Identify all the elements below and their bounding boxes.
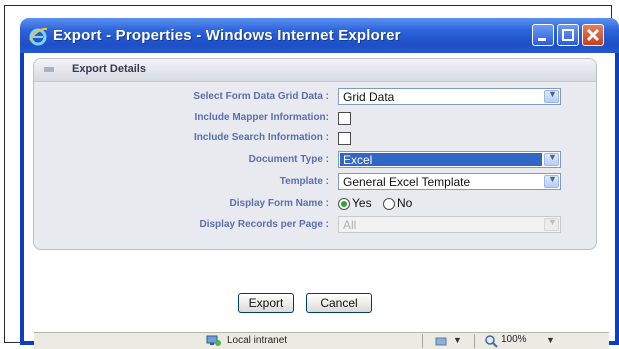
document-type-value: Excel	[340, 153, 542, 167]
template-label: Template :	[279, 176, 329, 187]
collapse-icon[interactable]	[44, 67, 54, 72]
title-bar[interactable]: Export - Properties - Windows Internet E…	[20, 18, 619, 53]
records-per-page-dropdown[interactable]: All ▼	[338, 216, 561, 233]
row-template: Template : General Excel Template ▼	[34, 173, 594, 193]
panel-title: Export Details	[72, 63, 146, 75]
status-bar: Local intranet ▼ 100% ▼	[34, 332, 609, 349]
export-details-panel: Export Details Select Form Data Grid Dat…	[33, 58, 597, 250]
network-zone-icon	[206, 335, 221, 346]
protected-mode-chevron-icon[interactable]: ▼	[453, 335, 462, 345]
records-per-page-value: All	[343, 218, 357, 232]
row-records-per-page: Display Records per Page : All ▼	[34, 216, 594, 236]
row-include-mapper: Include Mapper Information:	[34, 109, 594, 129]
dropdown-arrow-icon[interactable]: ▼	[544, 174, 559, 188]
radio-yes[interactable]	[338, 198, 350, 210]
zone-label: Local intranet	[227, 335, 288, 346]
select-form-data-label: Select Form Data Grid Data :	[193, 91, 329, 102]
zoom-chevron-icon[interactable]: ▼	[546, 335, 555, 345]
browser-window: Export - Properties - Windows Internet E…	[20, 18, 619, 349]
cancel-button[interactable]: Cancel	[306, 293, 372, 313]
select-form-data-dropdown[interactable]: Grid Data ▼	[338, 88, 561, 105]
maximize-button[interactable]	[557, 24, 579, 46]
include-mapper-checkbox[interactable]	[338, 112, 351, 125]
status-separator	[422, 334, 423, 348]
row-display-form-name: Display Form Name : Yes No	[34, 195, 594, 215]
dropdown-arrow-icon[interactable]: ▼	[544, 152, 559, 166]
document-type-label: Document Type :	[248, 154, 329, 165]
select-form-data-value: Grid Data	[343, 90, 395, 104]
internet-explorer-icon	[29, 27, 48, 46]
radio-no-label[interactable]: No	[397, 196, 412, 210]
radio-yes-label[interactable]: Yes	[352, 196, 372, 210]
window-title: Export - Properties - Windows Internet E…	[53, 27, 401, 44]
zoom-icon[interactable]	[484, 334, 498, 348]
close-button[interactable]	[582, 24, 604, 46]
records-per-page-label: Display Records per Page :	[199, 219, 330, 230]
page-content: Export Details Select Form Data Grid Dat…	[24, 53, 615, 349]
display-form-name-label: Display Form Name :	[229, 198, 329, 209]
document-type-dropdown[interactable]: Excel ▼	[338, 151, 561, 168]
export-button[interactable]: Export	[238, 293, 294, 313]
maximize-icon	[562, 29, 574, 41]
screenshot-border: Export - Properties - Windows Internet E…	[4, 5, 619, 349]
zoom-level[interactable]: 100%	[501, 334, 527, 345]
radio-selected-dot	[341, 201, 347, 207]
close-icon	[586, 28, 600, 42]
row-include-search: Include Search Information :	[34, 129, 594, 149]
protected-mode-icon[interactable]	[434, 335, 450, 347]
radio-no[interactable]	[383, 198, 395, 210]
panel-header[interactable]: Export Details	[34, 59, 596, 82]
window-frame: Export Details Select Form Data Grid Dat…	[20, 53, 619, 349]
dropdown-arrow-icon[interactable]: ▼	[544, 89, 559, 103]
dropdown-arrow-icon: ▼	[544, 217, 559, 231]
include-search-label: Include Search Information :	[193, 132, 329, 143]
row-document-type: Document Type : Excel ▼	[34, 151, 594, 171]
row-select-form-data: Select Form Data Grid Data : Grid Data ▼	[34, 88, 594, 108]
minimize-button[interactable]	[532, 24, 554, 46]
include-search-checkbox[interactable]	[338, 132, 351, 145]
template-dropdown[interactable]: General Excel Template ▼	[338, 173, 561, 190]
template-value: General Excel Template	[343, 175, 471, 189]
status-separator	[474, 334, 475, 348]
include-mapper-label: Include Mapper Information:	[194, 112, 329, 123]
minimize-icon	[538, 38, 546, 41]
